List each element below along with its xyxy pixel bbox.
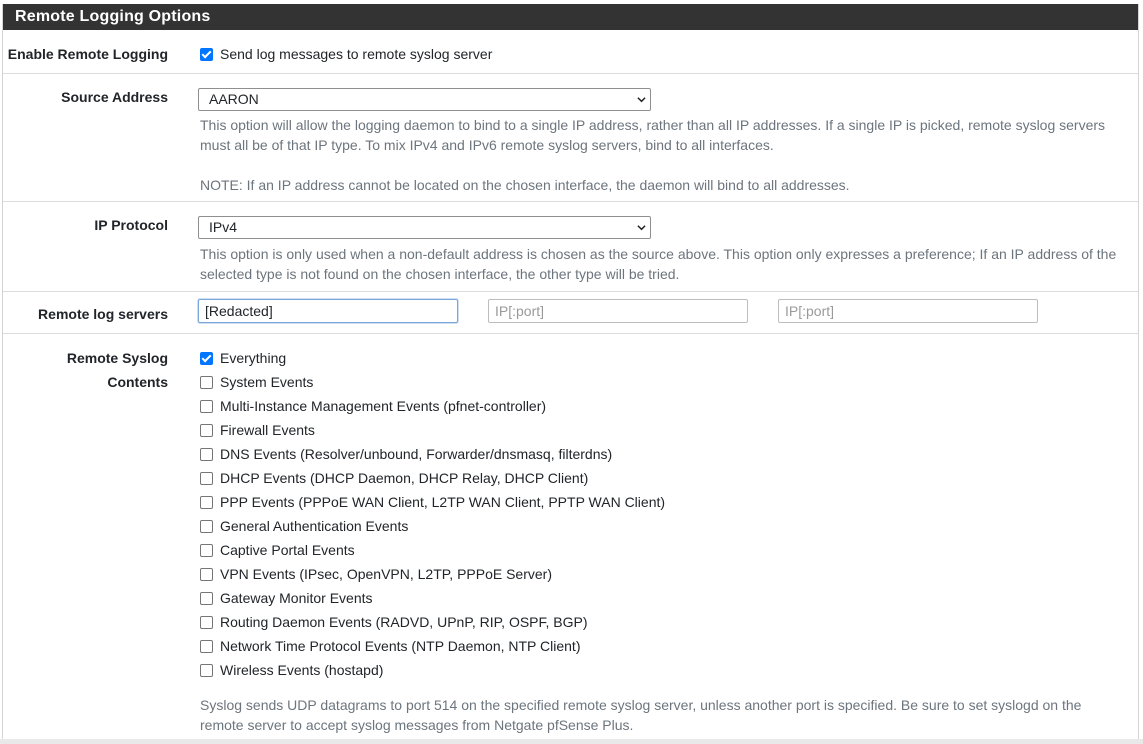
syslog-content-checkbox[interactable] [200, 544, 213, 557]
source-address-label: Source Address [61, 89, 168, 105]
bottom-divider [0, 739, 1143, 744]
enable-remote-logging-option[interactable]: Send log messages to remote syslog serve… [200, 42, 1124, 66]
syslog-content-label: Captive Portal Events [220, 542, 355, 558]
source-address-select[interactable]: AARON [198, 88, 651, 111]
syslog-content-checkbox[interactable] [200, 400, 213, 413]
remote-log-servers-row: Remote log servers [Redacted] IP[:port] IP… [3, 292, 1138, 334]
syslog-content-checkbox[interactable] [200, 640, 213, 653]
panel-title: Remote Logging Options [3, 4, 1138, 30]
chevron-down-icon [637, 225, 646, 231]
chevron-down-icon [637, 97, 646, 103]
syslog-content-option[interactable]: System Events [200, 370, 1124, 394]
syslog-content-label: Gateway Monitor Events [220, 590, 373, 606]
source-address-note: NOTE: If an IP address cannot be located… [200, 177, 850, 193]
source-address-selected-value: AARON [209, 91, 259, 107]
enable-remote-logging-checkbox-label: Send log messages to remote syslog serve… [220, 46, 493, 62]
remote-syslog-contents-label: Remote Syslog Contents [66, 350, 168, 390]
ip-protocol-help: This option is only used when a non-defa… [200, 246, 1117, 282]
remote-syslog-contents-row: Remote Syslog Contents Everything System … [3, 334, 1138, 735]
syslog-content-label: Wireless Events (hostapd) [220, 662, 384, 678]
source-address-help: This option will allow the logging daemo… [200, 117, 1106, 153]
remote-server-2-input[interactable]: IP[:port] [488, 299, 748, 323]
syslog-content-checkbox[interactable] [200, 424, 213, 437]
syslog-content-option[interactable]: VPN Events (IPsec, OpenVPN, L2TP, PPPoE … [200, 562, 1124, 586]
syslog-content-checkbox[interactable] [200, 616, 213, 629]
syslog-content-checkbox[interactable] [200, 664, 213, 677]
syslog-content-label: DNS Events (Resolver/unbound, Forwarder/… [220, 446, 613, 462]
source-address-row: Source Address AARON This option will al… [3, 74, 1138, 202]
ip-protocol-row: IP Protocol IPv4 This option is only use… [3, 202, 1138, 292]
syslog-content-checkbox[interactable] [200, 568, 213, 581]
syslog-content-option[interactable]: Routing Daemon Events (RADVD, UPnP, RIP,… [200, 610, 1124, 634]
ip-protocol-selected-value: IPv4 [209, 219, 238, 235]
enable-remote-logging-label: Enable Remote Logging [7, 46, 168, 62]
syslog-content-label: General Authentication Events [220, 518, 409, 534]
syslog-content-option[interactable]: Wireless Events (hostapd) [200, 658, 1124, 682]
ip-protocol-label: IP Protocol [94, 217, 168, 233]
syslog-content-label: VPN Events (IPsec, OpenVPN, L2TP, PPPoE … [220, 566, 552, 582]
syslog-content-label: Multi-Instance Management Events (pfnet-… [220, 398, 547, 414]
syslog-content-label: Network Time Protocol Events (NTP Daemon… [220, 638, 581, 654]
remote-server-3-input[interactable]: IP[:port] [778, 299, 1038, 323]
syslog-content-option[interactable]: Firewall Events [200, 418, 1124, 442]
remote-syslog-contents-help: Syslog sends UDP datagrams to port 514 o… [200, 697, 1082, 733]
syslog-content-checkbox[interactable] [200, 592, 213, 605]
syslog-content-option[interactable]: PPP Events (PPPoE WAN Client, L2TP WAN C… [200, 490, 1124, 514]
remote-server-1-input[interactable]: [Redacted] [198, 299, 458, 323]
syslog-content-label: PPP Events (PPPoE WAN Client, L2TP WAN C… [220, 494, 666, 510]
enable-remote-logging-row: Enable Remote Logging Send log messages … [3, 30, 1138, 74]
remote-log-servers-label: Remote log servers [38, 306, 168, 322]
syslog-content-option[interactable]: Everything [200, 346, 1124, 370]
syslog-content-label: Firewall Events [220, 422, 315, 438]
syslog-content-option[interactable]: DNS Events (Resolver/unbound, Forwarder/… [200, 442, 1124, 466]
syslog-content-option[interactable]: Captive Portal Events [200, 538, 1124, 562]
syslog-content-checkbox[interactable] [200, 472, 213, 485]
syslog-content-label: Routing Daemon Events (RADVD, UPnP, RIP,… [220, 614, 588, 630]
syslog-content-label: System Events [220, 374, 314, 390]
syslog-content-checkbox[interactable] [200, 520, 213, 533]
syslog-content-checkbox[interactable] [200, 376, 213, 389]
syslog-content-option[interactable]: Network Time Protocol Events (NTP Daemon… [200, 634, 1124, 658]
syslog-content-checkbox[interactable] [200, 448, 213, 461]
syslog-content-option[interactable]: DHCP Events (DHCP Daemon, DHCP Relay, DH… [200, 466, 1124, 490]
enable-remote-logging-checkbox[interactable] [200, 48, 213, 61]
remote-logging-panel: Remote Logging Options Enable Remote Log… [2, 4, 1139, 740]
syslog-content-checkbox[interactable] [200, 496, 213, 509]
syslog-content-label: Everything [220, 350, 287, 366]
remote-syslog-contents-list: Everything System Events Multi-Instance Ma… [200, 346, 1124, 682]
syslog-content-option[interactable]: Multi-Instance Management Events (pfnet-… [200, 394, 1124, 418]
syslog-content-checkbox[interactable] [200, 352, 213, 365]
syslog-content-option[interactable]: Gateway Monitor Events [200, 586, 1124, 610]
syslog-content-option[interactable]: General Authentication Events [200, 514, 1124, 538]
ip-protocol-select[interactable]: IPv4 [198, 216, 651, 239]
syslog-content-label: DHCP Events (DHCP Daemon, DHCP Relay, DH… [220, 470, 589, 486]
